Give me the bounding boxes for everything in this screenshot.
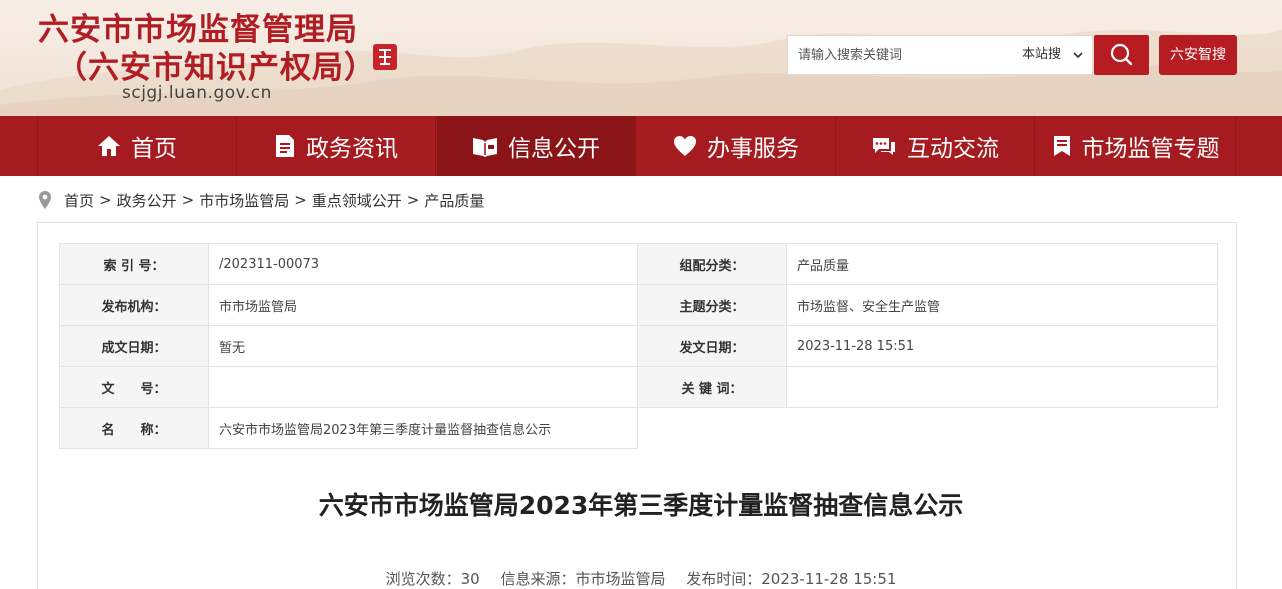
breadcrumb-separator: > [181, 191, 195, 209]
bookmark-icon [1053, 136, 1070, 156]
nav-item-label: 办事服务 [707, 136, 799, 162]
breadcrumb-item[interactable]: 重点领域公开 [312, 190, 402, 211]
meta-index-no: /202311-00073 [208, 243, 638, 285]
main-nav: 首页 政务资讯 信息公开 办事服务 互动交流 市场监管专题 [0, 116, 1282, 176]
document-info-bar: 浏览次数：30 信息来源：市市场监管局 发布时间：2023-11-28 15:5… [0, 568, 1282, 589]
meta-label: 名 称： [59, 407, 209, 449]
table-row: 成文日期： 暂无 发文日期： 2023-11-28 15:51 [59, 325, 1218, 367]
site-domain: scjgj.luan.gov.cn [122, 83, 272, 103]
table-row: 索 引 号： /202311-00073 组配分类： 产品质量 [59, 243, 1218, 285]
meta-label: 关 键 词： [637, 366, 787, 408]
site-header: 六安市市场监督管理局 （六安市知识产权局） scjgj.luan.gov.cn … [0, 0, 1282, 116]
nav-item-label: 互动交流 [907, 136, 999, 162]
home-icon [98, 136, 120, 156]
site-name-secondary: （六安市知识产权局） [56, 50, 376, 86]
nav-item-label: 信息公开 [508, 136, 600, 162]
breadcrumb-separator: > [294, 191, 307, 209]
search-input[interactable] [798, 36, 1008, 74]
chevron-down-icon[interactable] [1073, 51, 1083, 59]
meta-label: 成文日期： [59, 325, 209, 367]
nav-item-home[interactable]: 首页 [38, 116, 237, 176]
open-book-icon [473, 138, 497, 157]
nav-divider [37, 116, 38, 176]
nav-item-info-open[interactable]: 信息公开 [437, 116, 636, 176]
meta-keywords [786, 366, 1218, 408]
meta-label: 索 引 号： [59, 243, 209, 285]
table-blank-cell [637, 407, 787, 449]
search-box: 本站搜 [787, 35, 1093, 75]
nav-item-services[interactable]: 办事服务 [637, 116, 836, 176]
meta-publisher: 市市场监管局 [208, 284, 638, 326]
table-row: 文 号： 关 键 词： [59, 366, 1218, 408]
breadcrumb-item-home[interactable]: 首页 [64, 190, 94, 211]
breadcrumb-item-current[interactable]: 产品质量 [424, 190, 484, 211]
heart-icon [674, 136, 696, 156]
breadcrumb-separator: > [406, 191, 420, 209]
search-button[interactable] [1094, 35, 1149, 75]
meta-category: 产品质量 [786, 243, 1218, 285]
meta-topic: 市场监督、安全生产监管 [786, 284, 1218, 326]
nav-item-label: 政务资讯 [306, 136, 398, 162]
document-icon [276, 135, 294, 157]
meta-label: 发文日期： [637, 325, 787, 367]
meta-created-date: 暂无 [208, 325, 638, 367]
meta-label: 主题分类： [637, 284, 787, 326]
meta-label: 文 号： [59, 366, 209, 408]
meta-doc-no [208, 366, 638, 408]
breadcrumb-item[interactable]: 政务公开 [117, 190, 177, 211]
info-source: 信息来源：市市场监管局 [500, 570, 666, 588]
nav-item-label: 首页 [131, 136, 177, 162]
nav-item-label: 市场监管专题 [1081, 136, 1220, 162]
nav-item-topics[interactable]: 市场监管专题 [1036, 116, 1236, 176]
view-count: 浏览次数：30 [385, 570, 480, 588]
table-blank-cell [786, 407, 1218, 449]
meta-name: 六安市市场监管局2023年第三季度计量监督抽查信息公示 [208, 407, 638, 449]
location-pin-icon [39, 191, 51, 209]
meta-label: 发布机构： [59, 284, 209, 326]
breadcrumb-separator: > [99, 191, 112, 209]
breadcrumb-item[interactable]: 市市场监管局 [199, 190, 289, 211]
meta-label: 组配分类： [637, 243, 787, 285]
breadcrumb: 首页 > 政务公开 > 市市场监管局 > 重点领域公开 > 产品质量 [38, 188, 484, 212]
document-meta-table: 索 引 号： /202311-00073 组配分类： 产品质量 发布机构： 市市… [59, 243, 1218, 449]
nav-item-news[interactable]: 政务资讯 [237, 116, 436, 176]
meta-issued-date: 2023-11-28 15:51 [786, 325, 1218, 367]
seal-logo [373, 44, 397, 70]
nav-item-interaction[interactable]: 互动交流 [836, 116, 1035, 176]
search-scope-select[interactable]: 本站搜 [1022, 36, 1061, 74]
chat-icon [873, 138, 895, 155]
smart-search-button[interactable]: 六安智搜 [1159, 35, 1237, 75]
publish-time: 发布时间：2023-11-28 15:51 [686, 570, 897, 588]
search-icon [1110, 43, 1133, 66]
table-row: 名 称： 六安市市场监管局2023年第三季度计量监督抽查信息公示 [59, 407, 1218, 449]
document-title: 六安市市场监管局2023年第三季度计量监督抽查信息公示 [318, 491, 964, 520]
table-row: 发布机构： 市市场监管局 主题分类： 市场监督、安全生产监管 [59, 284, 1218, 326]
